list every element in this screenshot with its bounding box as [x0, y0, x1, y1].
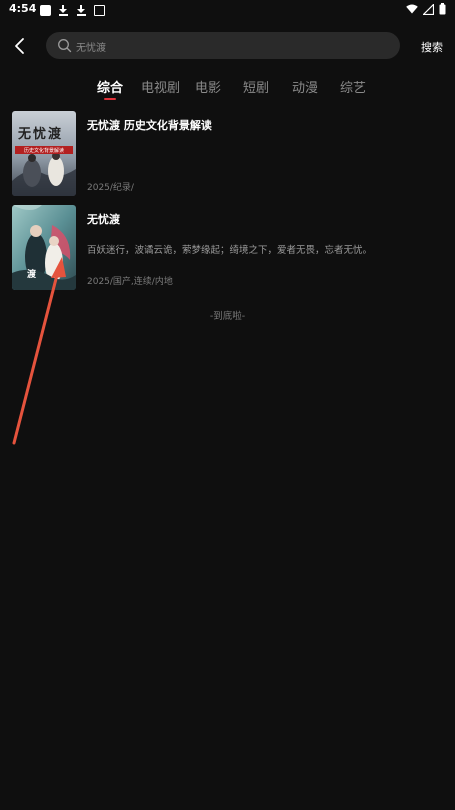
poster-image[interactable]: 渡	[12, 205, 76, 290]
download-icon	[58, 4, 69, 16]
system-icons	[406, 3, 446, 15]
battery-icon	[439, 3, 446, 15]
search-query: 无忧渡	[76, 43, 106, 54]
result-item[interactable]: 渡 无忧渡 百妖迷行，波谲云诡，萦梦缘起；绮境之下，爱者无畏，忘者无忧。 202…	[12, 205, 443, 290]
result-title[interactable]: 无忧渡 历史文化背景解读	[87, 117, 212, 133]
search-button[interactable]: 搜索	[421, 39, 443, 55]
poster-title-text: 无忧渡	[18, 127, 64, 142]
result-description: 百妖迷行，波谲云诡，萦梦缘起；绮境之下，爱者无畏，忘者无忧。	[87, 245, 373, 256]
result-item[interactable]: 无忧渡 历史文化背景解读 无忧渡 历史文化背景解读 2025/纪录/	[12, 111, 443, 196]
app-notification-icon	[40, 4, 51, 16]
wifi-icon	[406, 4, 418, 14]
status-time: 4:54	[9, 2, 37, 15]
tab-all[interactable]: 综合	[97, 77, 123, 96]
search-input[interactable]: 无忧渡	[46, 32, 400, 59]
tab-short-drama[interactable]: 短剧	[243, 77, 269, 96]
tab-tv-series[interactable]: 电视剧	[141, 77, 180, 96]
end-of-list-text: -到底啦-	[209, 311, 246, 322]
back-button[interactable]	[8, 34, 32, 58]
category-tabs: 综合 电视剧 电影 短剧 动漫 综艺	[0, 74, 455, 104]
chevron-left-icon	[15, 38, 24, 54]
active-tab-indicator	[104, 98, 116, 100]
tab-variety[interactable]: 综艺	[340, 77, 366, 96]
signal-icon	[423, 3, 434, 15]
download-icon	[76, 4, 87, 16]
tab-anime[interactable]: 动漫	[292, 77, 318, 96]
app-notification-icon	[94, 4, 105, 16]
poster-image[interactable]: 无忧渡 历史文化背景解读	[12, 111, 76, 196]
result-title[interactable]: 无忧渡	[87, 211, 120, 227]
poster-banner-text: 历史文化背景解读	[23, 148, 64, 154]
status-bar: 4:54	[0, 0, 455, 20]
search-icon	[58, 39, 72, 53]
tab-movies[interactable]: 电影	[195, 77, 221, 96]
result-meta: 2025/纪录/	[87, 183, 134, 193]
notification-icons	[40, 4, 105, 16]
result-meta: 2025/国产,连续/内地	[87, 277, 173, 287]
search-header: 无忧渡 搜索	[0, 26, 455, 66]
svg-text:渡: 渡	[27, 268, 37, 280]
